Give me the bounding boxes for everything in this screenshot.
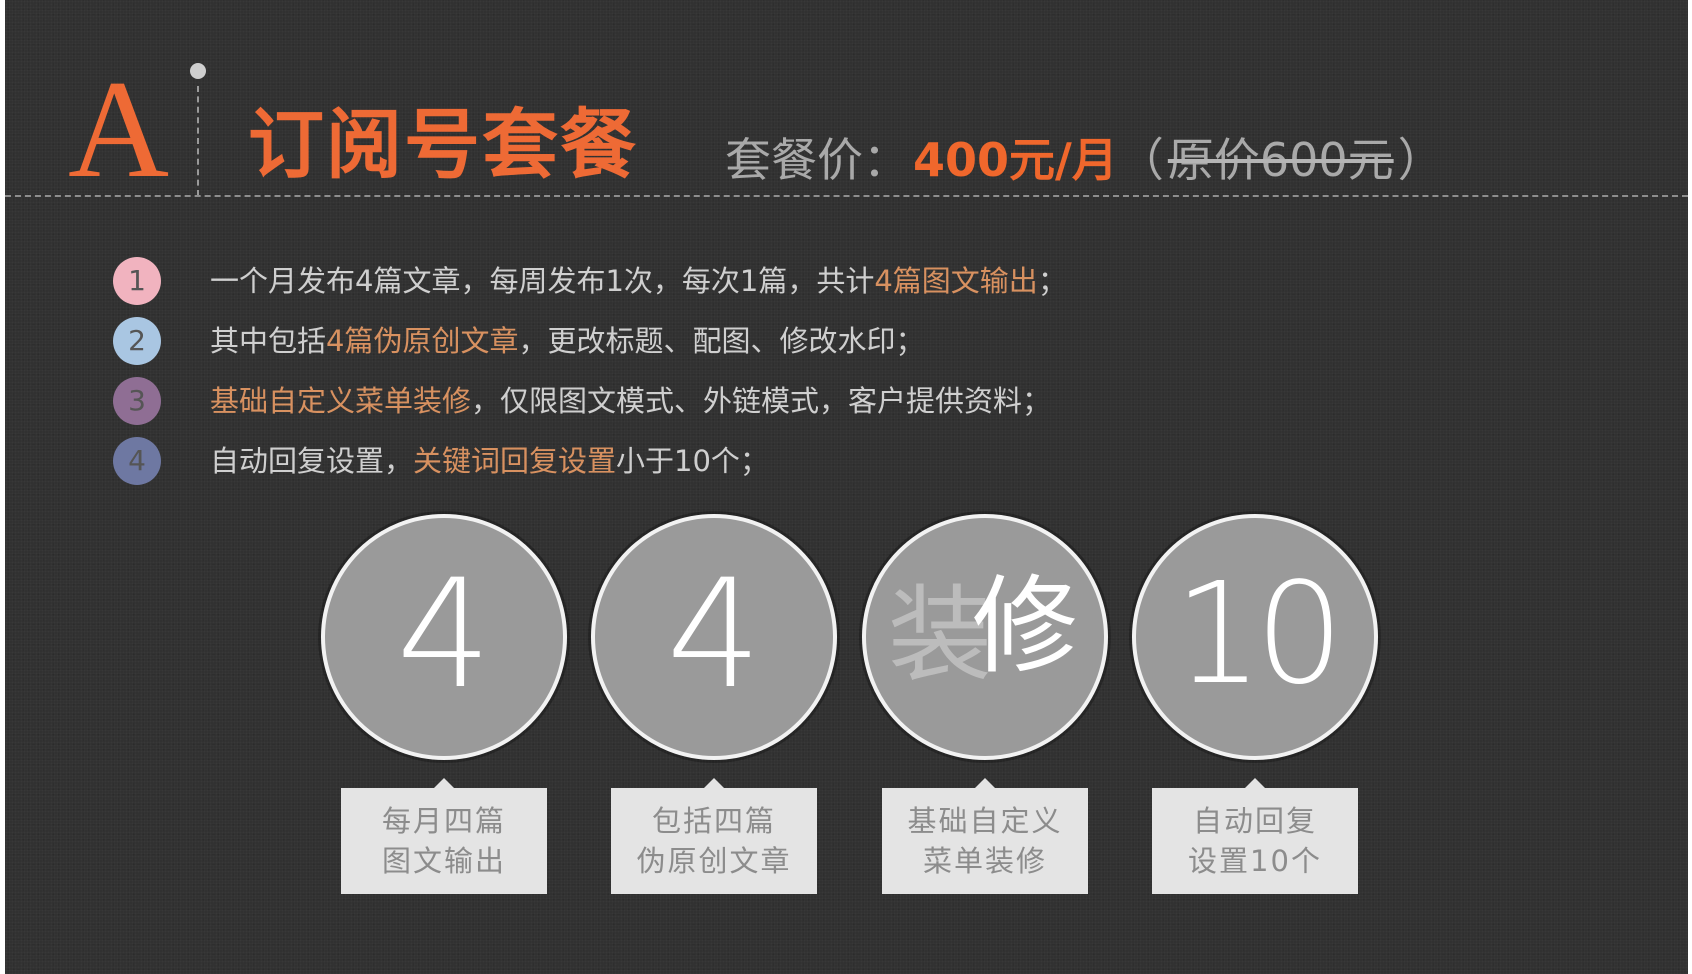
stat-label-line: 每月四篇 [381, 804, 506, 838]
feature-text-part: ，更改标题、配图、修改水印； [518, 324, 925, 358]
price-value: 400元/月 [913, 133, 1118, 187]
stat-circle-pseudo-original: 4 [591, 514, 837, 760]
feature-text-part: 一个月发布4篇文章，每周发布1次，每次1篇，共计 [210, 264, 875, 298]
feature-text-part: ； [1037, 264, 1067, 298]
feature-text-highlight: 4篇伪原创文章 [326, 324, 519, 358]
feature-text: 自动回复设置，关键词回复设置小于10个； [210, 441, 769, 481]
decor-vertical-divider [197, 86, 199, 196]
feature-item-3: 3 基础自定义菜单装修，仅限图文模式、外链模式，客户提供资料； [113, 373, 1213, 433]
feature-text-part: 其中包括 [210, 324, 327, 358]
feature-text-highlight: 4篇图文输出 [874, 264, 1038, 298]
feature-text: 一个月发布4篇文章，每周发布1次，每次1篇，共计4篇图文输出； [210, 261, 1067, 301]
feature-item-1: 1 一个月发布4篇文章，每周发布1次，每次1篇，共计4篇图文输出； [113, 253, 1213, 313]
stat-circle-auto-reply: 10 [1132, 514, 1378, 760]
stat-label-line: 图文输出 [381, 844, 506, 878]
stat-label-pseudo-original: 包括四篇 伪原创文章 [611, 778, 817, 894]
stat-label-line: 包括四篇 [651, 804, 776, 838]
stat-label-auto-reply: 自动回复设置10个 [1152, 778, 1358, 894]
package-title: 订阅号套餐 [248, 100, 638, 189]
stat-label-line: 伪原创文章 [636, 844, 792, 878]
feature-list: 1 一个月发布4篇文章，每周发布1次，每次1篇，共计4篇图文输出； 2 其中包括… [113, 253, 1213, 493]
feature-text-part: 小于10个； [616, 444, 769, 478]
paren-close: ） [1397, 133, 1444, 187]
stat-value: 修 [972, 565, 1078, 688]
feature-text-part: 自动回复设置， [210, 444, 414, 478]
stat-label-articles: 每月四篇 图文输出 [341, 778, 547, 894]
stat-label-line: 菜单装修 [922, 844, 1047, 878]
price-label: 套餐价： [725, 133, 909, 187]
feature-item-4: 4 自动回复设置，关键词回复设置小于10个； [113, 433, 1213, 493]
feature-number-badge: 2 [113, 317, 161, 365]
feature-text-highlight: 基础自定义菜单装修 [210, 384, 472, 418]
feature-text: 其中包括4篇伪原创文章，更改标题、配图、修改水印； [210, 321, 924, 361]
original-price: 原价600元 [1167, 133, 1394, 187]
stat-label-menu-decoration: 基础自定义 菜单装修 [882, 778, 1088, 894]
paren-open: （ [1117, 133, 1164, 187]
stat-value: 10 [1173, 553, 1344, 716]
package-header: A 订阅号套餐 套餐价：400元/月（原价600元） [5, 0, 1688, 200]
stat-value: 4 [396, 548, 492, 722]
feature-number-badge: 4 [113, 437, 161, 485]
stat-value: 4 [666, 548, 762, 722]
price-line: 套餐价：400元/月（原价600元） [725, 130, 1444, 190]
stat-label-line: 自动回复 [1192, 804, 1317, 838]
stat-circle-articles: 4 [321, 514, 567, 760]
feature-number-badge: 1 [113, 257, 161, 305]
stat-circle-menu-decoration: 装修 [862, 514, 1108, 760]
stat-label-line: 基础自定义 [907, 804, 1063, 838]
feature-text: 基础自定义菜单装修，仅限图文模式、外链模式，客户提供资料； [210, 381, 1051, 421]
header-divider [5, 195, 1688, 197]
package-letter: A [68, 52, 170, 207]
feature-item-2: 2 其中包括4篇伪原创文章，更改标题、配图、修改水印； [113, 313, 1213, 373]
stat-label-line: 设置10个 [1188, 844, 1322, 878]
feature-text-part: ，仅限图文模式、外链模式，客户提供资料； [471, 384, 1052, 418]
feature-text-highlight: 关键词回复设置 [413, 444, 617, 478]
decor-dot [190, 63, 206, 79]
feature-number-badge: 3 [113, 377, 161, 425]
package-panel: A 订阅号套餐 套餐价：400元/月（原价600元） 1 一个月发布4篇文章，每… [5, 0, 1688, 974]
